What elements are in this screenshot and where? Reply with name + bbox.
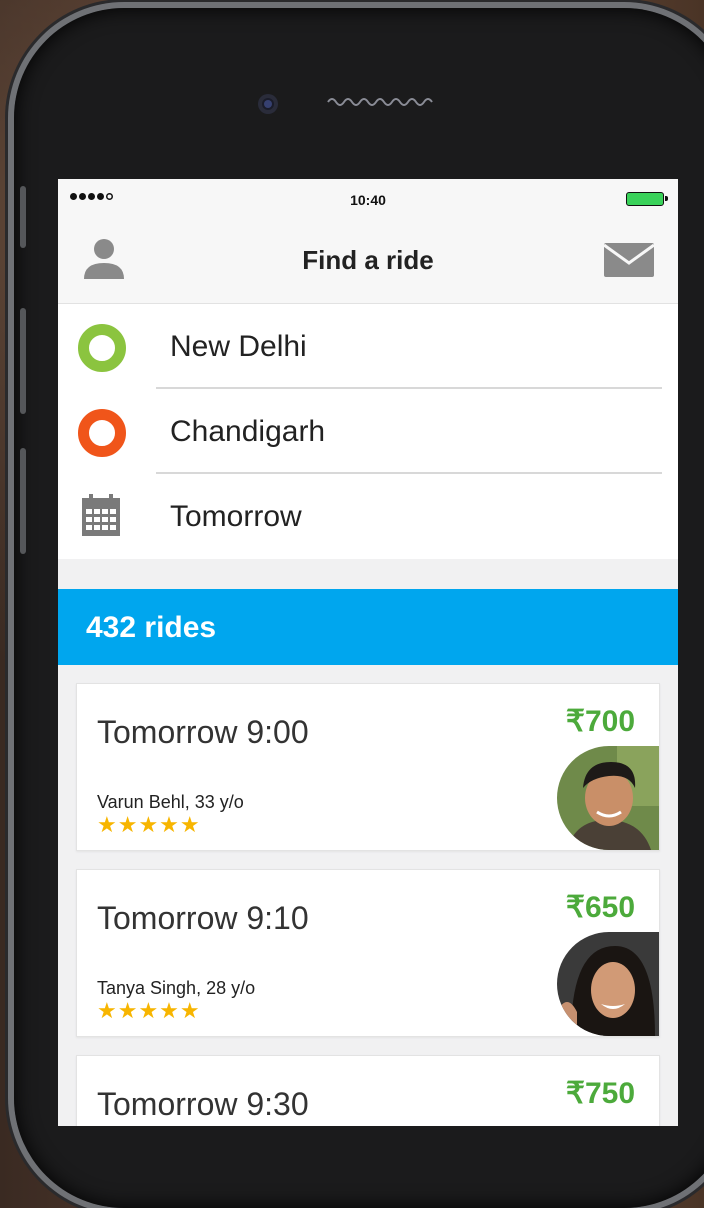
ride-card[interactable]: Tomorrow 9:30 ₹750 (76, 1055, 660, 1126)
status-time: 10:40 (350, 192, 386, 208)
from-value: New Delhi (170, 330, 307, 363)
ride-time: Tomorrow 9:30 (97, 1086, 309, 1122)
volume-up-button (20, 308, 26, 414)
avatar (557, 746, 659, 850)
status-bar: 10:40 (58, 179, 678, 219)
speaker-icon (327, 98, 433, 106)
search-form: New Delhi Chandigarh Tomorrow (58, 304, 678, 559)
from-field[interactable]: New Delhi (58, 304, 678, 389)
avatar (557, 932, 659, 1036)
results-count-bar: 432 rides (58, 589, 678, 665)
volume-down-button (20, 448, 26, 554)
to-field[interactable]: Chandigarh (58, 389, 678, 474)
driver-info: Tanya Singh, 28 y/o (97, 978, 256, 998)
driver-info: Varun Behl, 33 y/o (97, 792, 244, 812)
spacer (58, 559, 678, 589)
destination-marker-icon (78, 409, 126, 457)
mute-switch (20, 186, 26, 248)
ride-price: ₹700 (565, 705, 635, 738)
ride-list: Tomorrow 9:00 ₹700 Varun Behl, 33 y/o ★★… (58, 665, 678, 1126)
ride-price: ₹650 (565, 891, 635, 924)
ride-card[interactable]: Tomorrow 9:00 ₹700 Varun Behl, 33 y/o ★★… (76, 683, 660, 851)
app-screen: 10:40 Find a ride New Delhi Chandigarh T… (58, 179, 678, 1126)
ride-price: ₹750 (565, 1077, 635, 1110)
page-title: Find a ride (302, 245, 434, 275)
ride-time: Tomorrow 9:00 (97, 714, 309, 750)
navigation-bar: Find a ride (58, 219, 678, 304)
avatar (557, 1118, 659, 1126)
origin-marker-icon (78, 324, 126, 372)
to-value: Chandigarh (170, 415, 326, 448)
ride-card[interactable]: Tomorrow 9:10 ₹650 Tanya Singh, 28 y/o ★… (76, 869, 660, 1037)
date-field[interactable]: Tomorrow (58, 474, 678, 559)
battery-icon (626, 192, 668, 206)
rating-stars: ★★★★★ (97, 812, 201, 837)
mail-icon[interactable] (604, 243, 654, 277)
calendar-icon (82, 494, 120, 536)
rating-stars: ★★★★★ (97, 998, 201, 1023)
date-value: Tomorrow (170, 500, 302, 533)
front-camera-icon (258, 94, 278, 114)
ride-time: Tomorrow 9:10 (97, 900, 309, 936)
